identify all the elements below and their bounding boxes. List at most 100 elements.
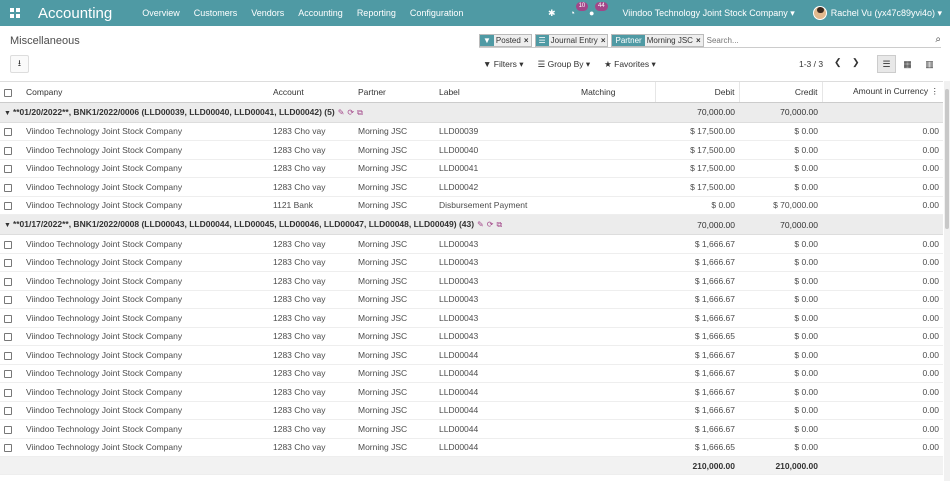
table-row[interactable]: Viindoo Technology Joint Stock Company 12… xyxy=(0,177,943,197)
row-checkbox[interactable] xyxy=(0,401,22,420)
column-credit[interactable]: Credit xyxy=(738,82,822,103)
checkbox[interactable] xyxy=(4,146,12,155)
column-options-icon[interactable]: ⋮ xyxy=(931,86,940,96)
vertical-scrollbar[interactable] xyxy=(944,81,950,481)
table-row[interactable]: Viindoo Technology Joint Stock Company 12… xyxy=(0,419,943,439)
checkbox[interactable] xyxy=(4,370,12,378)
user-avatar[interactable] xyxy=(812,6,827,20)
table-row[interactable]: Viindoo Technology Joint Stock Company 12… xyxy=(0,234,943,254)
table-row[interactable]: Viindoo Technology Joint Stock Company 11… xyxy=(0,196,943,215)
row-checkbox[interactable] xyxy=(0,271,22,291)
table-row[interactable]: Viindoo Technology Joint Stock Company 12… xyxy=(0,401,943,420)
row-checkbox[interactable] xyxy=(0,196,22,215)
checkbox[interactable] xyxy=(4,425,12,434)
menu-configuration[interactable]: Configuration xyxy=(410,8,464,18)
search-input[interactable] xyxy=(706,36,827,45)
row-checkbox[interactable] xyxy=(0,364,22,383)
group-header[interactable]: ▼ **01/17/2022**, BNK1/2022/0008 (LLD0004… xyxy=(0,214,655,235)
download-button[interactable]: ⭳ xyxy=(10,55,29,73)
copy-icon[interactable]: ⧉ xyxy=(357,108,363,117)
table-row[interactable]: Viindoo Technology Joint Stock Company 12… xyxy=(0,364,943,383)
row-checkbox[interactable] xyxy=(0,177,22,197)
checkbox[interactable] xyxy=(4,240,12,249)
list-view-button[interactable]: ☰ xyxy=(877,55,896,73)
select-all-checkbox[interactable] xyxy=(0,82,22,103)
edit-icon[interactable]: ✎ xyxy=(338,108,345,117)
checkbox[interactable] xyxy=(4,314,12,323)
edit-icon[interactable]: ✎ xyxy=(477,220,484,229)
menu-reporting[interactable]: Reporting xyxy=(357,8,396,18)
checkbox[interactable] xyxy=(4,183,12,192)
table-row[interactable]: Viindoo Technology Joint Stock Company 12… xyxy=(0,253,943,272)
remove-facet-icon[interactable]: × xyxy=(522,35,531,46)
column-debit[interactable]: Debit xyxy=(654,82,739,103)
row-checkbox[interactable] xyxy=(0,308,22,328)
checkbox[interactable] xyxy=(4,165,12,173)
table-row[interactable]: Viindoo Technology Joint Stock Company 12… xyxy=(0,327,943,346)
refresh-icon[interactable]: ⟳ xyxy=(347,108,354,117)
filters-dropdown[interactable]: ▼ Filters ▾ xyxy=(483,59,524,70)
checkbox[interactable] xyxy=(4,388,12,397)
copy-icon[interactable]: ⧉ xyxy=(496,220,502,229)
row-checkbox[interactable] xyxy=(0,327,22,346)
row-checkbox[interactable] xyxy=(0,438,22,457)
row-checkbox[interactable] xyxy=(0,159,22,178)
column-account[interactable]: Account xyxy=(269,82,354,103)
table-row[interactable]: Viindoo Technology Joint Stock Company 12… xyxy=(0,382,943,402)
table-row[interactable]: Viindoo Technology Joint Stock Company 12… xyxy=(0,438,943,457)
checkbox[interactable] xyxy=(4,444,12,452)
menu-vendors[interactable]: Vendors xyxy=(251,8,284,18)
search-icon[interactable]: ⌕ xyxy=(935,34,941,45)
app-title[interactable]: Accounting xyxy=(38,5,112,22)
column-company[interactable]: Company xyxy=(22,82,269,103)
activity-clock-icon[interactable]: ◔ 10 xyxy=(570,2,589,18)
menu-customers[interactable]: Customers xyxy=(194,8,238,18)
checkbox[interactable] xyxy=(4,296,12,304)
checkbox[interactable] xyxy=(4,333,12,341)
table-row[interactable]: Viindoo Technology Joint Stock Company 12… xyxy=(0,308,943,328)
groupby-dropdown[interactable]: ☰ Group By ▾ xyxy=(538,59,591,70)
table-row[interactable]: Viindoo Technology Joint Stock Company 12… xyxy=(0,159,943,178)
table-row[interactable]: Viindoo Technology Joint Stock Company 12… xyxy=(0,122,943,141)
table-row[interactable]: Viindoo Technology Joint Stock Company 12… xyxy=(0,290,943,309)
pivot-view-button[interactable]: ▦ xyxy=(898,55,917,73)
favorites-dropdown[interactable]: ★ Favorites ▾ xyxy=(604,59,656,70)
bug-icon[interactable]: ✱ xyxy=(548,8,556,19)
apps-menu-icon[interactable] xyxy=(10,8,20,18)
user-menu[interactable]: Rachel Vu (yx47c89yvi4o) ▾ xyxy=(831,8,942,19)
pager-next-icon[interactable]: ❯ xyxy=(852,57,860,68)
checkbox[interactable] xyxy=(4,407,12,415)
column-matching[interactable]: Matching xyxy=(577,82,655,103)
group-row[interactable]: ▼ **01/20/2022**, BNK1/2022/0006 (LLD0003… xyxy=(0,102,943,123)
checkbox[interactable] xyxy=(4,202,12,210)
column-label[interactable]: Label xyxy=(435,82,577,103)
row-checkbox[interactable] xyxy=(0,345,22,365)
table-row[interactable]: Viindoo Technology Joint Stock Company 12… xyxy=(0,140,943,160)
group-row[interactable]: ▼ **01/17/2022**, BNK1/2022/0008 (LLD0004… xyxy=(0,214,943,235)
table-row[interactable]: Viindoo Technology Joint Stock Company 12… xyxy=(0,345,943,365)
row-checkbox[interactable] xyxy=(0,382,22,402)
company-switcher[interactable]: Viindoo Technology Joint Stock Company ▾ xyxy=(622,8,794,19)
menu-overview[interactable]: Overview xyxy=(142,8,180,18)
remove-facet-icon[interactable]: × xyxy=(599,35,608,46)
group-header[interactable]: ▼ **01/20/2022**, BNK1/2022/0006 (LLD0003… xyxy=(0,102,655,123)
column-amount-currency[interactable]: Amount in Currency ⋮ xyxy=(821,82,943,103)
row-checkbox[interactable] xyxy=(0,234,22,254)
row-checkbox[interactable] xyxy=(0,122,22,141)
graph-view-button[interactable]: ▥ xyxy=(920,55,939,73)
refresh-icon[interactable]: ⟳ xyxy=(487,220,494,229)
row-checkbox[interactable] xyxy=(0,253,22,272)
pager-previous-icon[interactable]: ❮ xyxy=(834,57,842,68)
pager-value[interactable]: 1-3 / 3 xyxy=(799,59,823,69)
checkbox[interactable] xyxy=(4,128,12,136)
scrollbar-thumb[interactable] xyxy=(945,89,949,229)
checkbox[interactable] xyxy=(4,351,12,360)
row-checkbox[interactable] xyxy=(0,140,22,160)
checkbox[interactable] xyxy=(4,277,12,286)
column-partner[interactable]: Partner xyxy=(354,82,435,103)
row-checkbox[interactable] xyxy=(0,290,22,309)
messages-icon[interactable]: ● 44 xyxy=(589,2,608,18)
row-checkbox[interactable] xyxy=(0,419,22,439)
remove-facet-icon[interactable]: × xyxy=(694,35,703,46)
table-row[interactable]: Viindoo Technology Joint Stock Company 12… xyxy=(0,271,943,291)
